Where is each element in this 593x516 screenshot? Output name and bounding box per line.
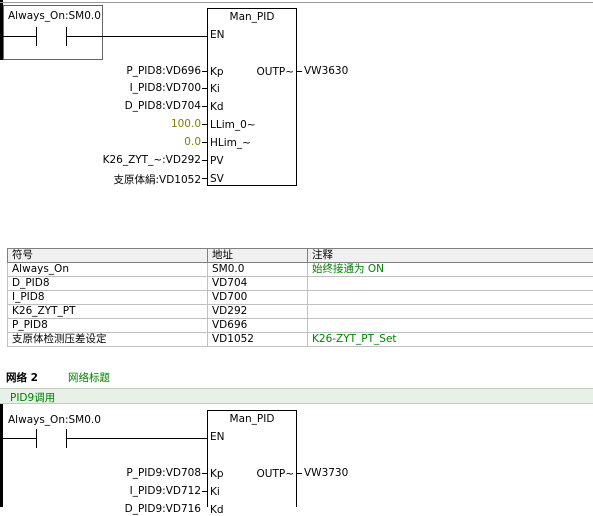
wire xyxy=(202,178,207,179)
wire xyxy=(202,71,207,72)
pin-llim: LLim_0~ xyxy=(210,119,256,131)
cell-comment xyxy=(308,305,593,319)
cell-symbol: P_PID8 xyxy=(8,319,208,333)
cell-address: VD700 xyxy=(208,291,308,305)
wire xyxy=(3,438,36,439)
cell-comment xyxy=(308,277,593,291)
cell-comment xyxy=(308,291,593,305)
input-ki-value[interactable]: I_PID9:VD712 xyxy=(130,485,201,497)
wire xyxy=(202,491,207,492)
pin-outp: OUTP~ xyxy=(257,468,295,480)
network-comment-bar[interactable]: PID9调用 xyxy=(0,388,593,404)
pin-hlim: HLim_~ xyxy=(210,137,251,149)
cell-comment: K26-ZYT_PT_Set xyxy=(308,333,593,347)
pin-ki: Ki xyxy=(210,83,220,95)
input-llim-value[interactable]: 100.0 xyxy=(171,118,201,130)
function-block-man-pid[interactable]: Man_PID EN Kp Ki Kd OUTP~ xyxy=(207,410,297,507)
input-kd-value[interactable]: D_PID9:VD716 xyxy=(125,503,201,515)
pin-kp: Kp xyxy=(210,66,224,78)
input-sv-value[interactable]: 支原体絹:VD1052 xyxy=(113,172,201,187)
wire xyxy=(202,106,207,107)
pin-en: EN xyxy=(210,29,225,41)
contact-label[interactable]: Always_On:SM0.0 xyxy=(8,414,101,426)
cell-address: VD292 xyxy=(208,305,308,319)
cell-address: VD1052 xyxy=(208,333,308,347)
block-title: Man_PID xyxy=(208,11,296,23)
wire xyxy=(297,473,302,474)
wire xyxy=(202,142,207,143)
cell-address: SM0.0 xyxy=(208,263,308,277)
output-value[interactable]: VW3730 xyxy=(304,467,348,479)
cell-comment xyxy=(308,319,593,333)
output-value[interactable]: VW3630 xyxy=(304,65,348,77)
contact-left-bar xyxy=(36,27,37,46)
input-ki-value[interactable]: I_PID8:VD700 xyxy=(130,82,201,94)
table-row[interactable]: 支原体检测压差设定 VD1052 K26-ZYT_PT_Set xyxy=(8,333,593,347)
power-rail xyxy=(0,404,3,507)
wire xyxy=(66,36,207,37)
column-header-comment: 注释 xyxy=(308,249,593,263)
table-header-row: 符号 地址 注释 xyxy=(8,249,593,263)
cell-symbol: 支原体检测压差设定 xyxy=(8,333,208,347)
network-title[interactable]: 网络标题 xyxy=(68,370,110,385)
cell-symbol: Always_On xyxy=(8,263,208,277)
wire xyxy=(66,438,207,439)
wire xyxy=(297,71,302,72)
column-header-symbol: 符号 xyxy=(8,249,208,263)
table-row[interactable]: D_PID8 VD704 xyxy=(8,277,593,291)
cell-symbol: K26_ZYT_PT xyxy=(8,305,208,319)
pin-kd: Kd xyxy=(210,504,224,516)
input-hlim-value[interactable]: 0.0 xyxy=(184,136,201,148)
network-label[interactable]: 网络 2 xyxy=(6,370,38,385)
input-pv-value[interactable]: K26_ZYT_~:VD292 xyxy=(103,154,201,166)
wire xyxy=(202,160,207,161)
table-row[interactable]: P_PID8 VD696 xyxy=(8,319,593,333)
cell-symbol: D_PID8 xyxy=(8,277,208,291)
cell-address: VD696 xyxy=(208,319,308,333)
block-title: Man_PID xyxy=(208,413,296,425)
table-row[interactable]: I_PID8 VD700 xyxy=(8,291,593,305)
cell-comment: 始终接通为 ON xyxy=(308,263,593,277)
pin-pv: PV xyxy=(210,155,224,167)
wire xyxy=(202,88,207,89)
cell-symbol: I_PID8 xyxy=(8,291,208,305)
cell-address: VD704 xyxy=(208,277,308,291)
contact-left-bar xyxy=(36,429,37,448)
symbol-table: 符号 地址 注释 Always_On SM0.0 始终接通为 ON D_PID8… xyxy=(7,248,593,347)
column-header-address: 地址 xyxy=(208,249,308,263)
network-comment: PID9调用 xyxy=(10,390,55,405)
input-kp-value[interactable]: P_PID9:VD708 xyxy=(126,467,201,479)
pin-kd: Kd xyxy=(210,101,224,113)
pin-sv: SV xyxy=(210,173,224,185)
input-kp-value[interactable]: P_PID8:VD696 xyxy=(126,65,201,77)
pin-ki: Ki xyxy=(210,486,220,498)
function-block-man-pid[interactable]: Man_PID EN Kp Ki Kd LLim_0~ HLim_~ PV SV… xyxy=(207,8,297,186)
wire xyxy=(202,473,207,474)
wire xyxy=(3,36,36,37)
wire xyxy=(202,124,207,125)
pin-outp: OUTP~ xyxy=(257,66,295,78)
input-kd-value[interactable]: D_PID8:VD704 xyxy=(125,100,201,112)
network-separator xyxy=(0,2,593,3)
pin-kp: Kp xyxy=(210,468,224,480)
contact-label[interactable]: Always_On:SM0.0 xyxy=(8,10,101,22)
table-row[interactable]: K26_ZYT_PT VD292 xyxy=(8,305,593,319)
table-row[interactable]: Always_On SM0.0 始终接通为 ON xyxy=(8,263,593,277)
pin-en: EN xyxy=(210,431,225,443)
